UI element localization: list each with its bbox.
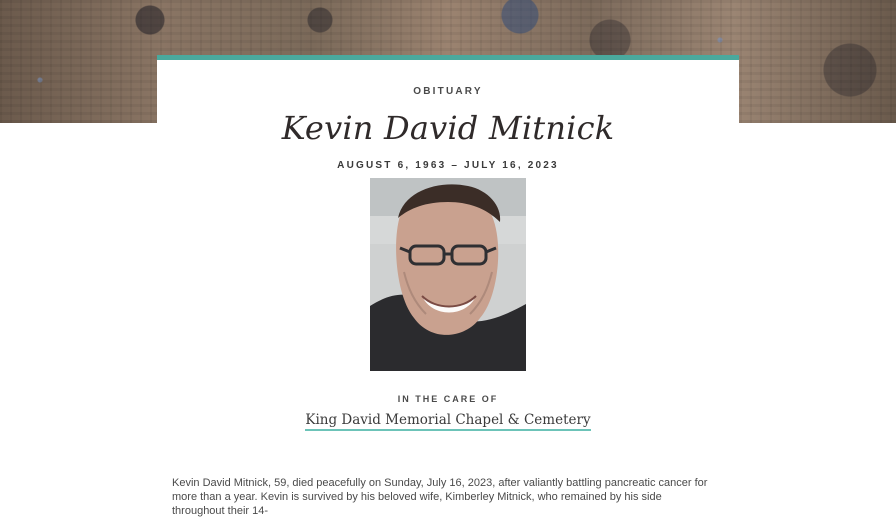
funeral-home-link[interactable]: King David Memorial Chapel & Cemetery bbox=[305, 412, 591, 431]
life-dates: AUGUST 6, 1963 – JULY 16, 2023 bbox=[337, 160, 559, 171]
portrait-photo bbox=[370, 178, 526, 371]
obituary-card: OBITUARY Kevin David Mitnick AUGUST 6, 1… bbox=[157, 55, 739, 525]
obituary-body: Kevin David Mitnick, 59, died peacefully… bbox=[172, 476, 712, 518]
funeral-home-link-container: King David Memorial Chapel & Cemetery bbox=[157, 412, 739, 431]
care-label: IN THE CARE OF bbox=[397, 394, 499, 404]
accent-bar bbox=[157, 55, 739, 60]
obituary-paragraph: Kevin David Mitnick, 59, died peacefully… bbox=[172, 477, 708, 517]
page-kicker: OBITUARY bbox=[413, 86, 483, 97]
person-name: Kevin David Mitnick bbox=[281, 109, 615, 147]
